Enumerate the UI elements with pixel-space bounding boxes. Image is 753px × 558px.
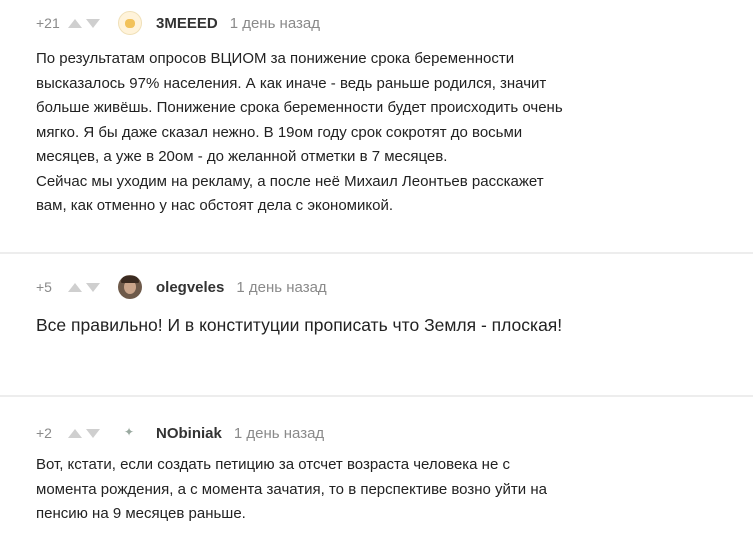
comment: +2 NObiniak 1 день назад Вот, кстати, ес… — [0, 410, 753, 558]
comment-divider — [0, 252, 753, 254]
comment: +5 olegveles 1 день назад Все правильно!… — [0, 264, 753, 372]
upvote-arrow-icon[interactable] — [68, 282, 82, 292]
comment-header: +5 olegveles 1 день назад — [36, 274, 327, 300]
downvote-arrow-icon[interactable] — [86, 282, 100, 292]
comment-rating: +21 — [36, 15, 60, 31]
avatar[interactable] — [118, 275, 142, 299]
comment-text: Вот, кстати, если создать петицию за отс… — [36, 456, 547, 522]
comment-time[interactable]: 1 день назад — [230, 15, 320, 32]
avatar[interactable] — [118, 421, 142, 445]
upvote-arrow-icon[interactable] — [68, 428, 82, 438]
comment-text: Все правильно! И в конституции прописать… — [36, 315, 563, 335]
comment-divider — [0, 395, 753, 397]
comment-rating: +2 — [36, 425, 52, 441]
comment: +21 3MEEED 1 день назад По результатам о… — [0, 0, 753, 250]
comment-rating: +5 — [36, 279, 52, 295]
comment-time[interactable]: 1 день назад — [234, 425, 324, 442]
comment-header: +2 NObiniak 1 день назад — [36, 420, 324, 446]
comment-text: По результатам опросов ВЦИОМ за понижени… — [36, 50, 563, 214]
downvote-arrow-icon[interactable] — [86, 18, 100, 28]
comment-username[interactable]: 3MEEED — [156, 15, 218, 32]
comment-time[interactable]: 1 день назад — [236, 279, 326, 296]
upvote-arrow-icon[interactable] — [68, 18, 82, 28]
comment-username[interactable]: olegveles — [156, 279, 224, 296]
comment-header: +21 3MEEED 1 день назад — [36, 10, 320, 36]
comment-username[interactable]: NObiniak — [156, 425, 222, 442]
downvote-arrow-icon[interactable] — [86, 428, 100, 438]
avatar[interactable] — [118, 11, 142, 35]
